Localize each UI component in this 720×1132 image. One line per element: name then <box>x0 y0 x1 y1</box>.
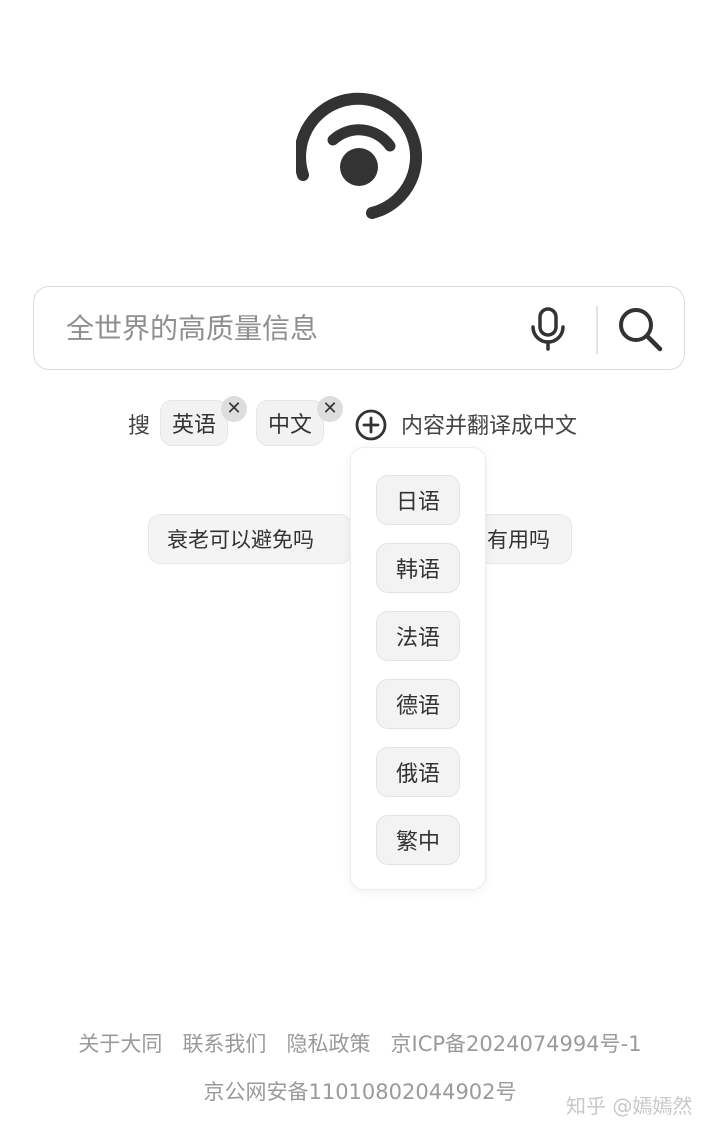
close-icon[interactable]: ✕ <box>221 396 247 422</box>
option-label: 韩语 <box>395 558 440 583</box>
footer-icp[interactable]: 京ICP备2024074994号-1 <box>391 1032 642 1056</box>
footer-link-privacy[interactable]: 隐私政策 <box>286 1032 370 1056</box>
language-option[interactable]: 韩语 <box>376 543 460 593</box>
translate-prefix: 搜 <box>128 414 151 439</box>
language-option[interactable]: 俄语 <box>376 747 460 797</box>
suggestion-chip[interactable]: 有用吗 <box>474 514 572 564</box>
footer-links: 关于大同 联系我们 隐私政策 京ICP备2024074994号-1 <box>0 1028 720 1058</box>
search-divider <box>596 306 598 354</box>
language-option[interactable]: 繁中 <box>376 815 460 865</box>
translate-suffix: 内容并翻译成中文 <box>401 414 578 439</box>
suggestion-label: 衰老可以避免吗 <box>167 528 314 552</box>
add-circle-icon[interactable] <box>355 409 387 441</box>
footer-link-about[interactable]: 关于大同 <box>78 1032 162 1056</box>
source-language-chip[interactable]: 英语 <box>160 400 228 446</box>
suggestion-chip[interactable]: 衰老可以避免吗 <box>148 514 352 564</box>
search-box <box>33 286 685 370</box>
chip-label: 英语 <box>171 413 216 438</box>
option-label: 日语 <box>395 490 440 515</box>
microphone-icon[interactable] <box>528 307 568 351</box>
search-input[interactable] <box>66 287 506 369</box>
footer-police-record[interactable]: 京公网安备11010802044902号 <box>203 1080 516 1104</box>
language-option[interactable]: 日语 <box>376 475 460 525</box>
option-label: 德语 <box>395 694 440 719</box>
language-option[interactable]: 德语 <box>376 679 460 729</box>
suggestion-label: 有用吗 <box>487 528 550 552</box>
chip-label: 中文 <box>267 413 312 438</box>
language-dropdown: 日语 韩语 法语 德语 俄语 繁中 <box>350 447 486 890</box>
translate-row: 搜 英语 ✕ 中文 ✕ 内容并翻译成中文 <box>0 396 720 452</box>
search-icon[interactable] <box>616 305 664 353</box>
footer-link-contact[interactable]: 联系我们 <box>182 1032 266 1056</box>
option-label: 法语 <box>395 626 440 651</box>
option-label: 俄语 <box>395 762 440 787</box>
logo-icon <box>296 92 423 219</box>
language-option[interactable]: 法语 <box>376 611 460 661</box>
watermark: 知乎 @嫣嫣然 <box>566 1094 693 1118</box>
target-language-chip[interactable]: 中文 <box>256 400 324 446</box>
option-label: 繁中 <box>395 830 440 855</box>
close-icon[interactable]: ✕ <box>317 396 343 422</box>
